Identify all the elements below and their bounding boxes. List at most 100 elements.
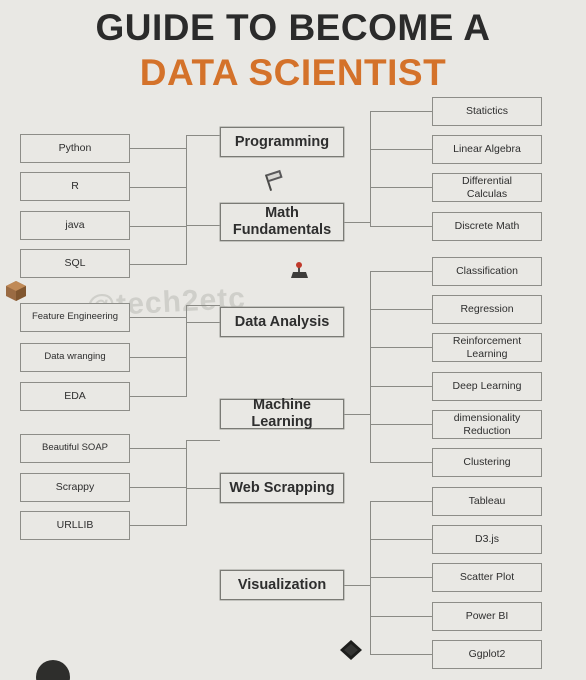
- connector-line: [186, 135, 187, 265]
- right-item-label-line1: dimensionality: [453, 412, 521, 425]
- connector-line: [370, 111, 371, 226]
- connector-line: [186, 488, 220, 489]
- connector-line: [370, 271, 371, 463]
- branch-label: Machine Learning: [251, 397, 313, 430]
- connector-line: [370, 187, 432, 188]
- branch-web-scrapping[interactable]: Web Scrapping: [220, 473, 344, 503]
- right-item-power-bi[interactable]: Power BI: [432, 602, 542, 631]
- right-item-differential-calculas[interactable]: Differential Calculas: [432, 173, 542, 202]
- left-item-label: Feature Engineering: [31, 311, 119, 323]
- infographic-canvas: GUIDE TO BECOME A DATA SCIENTIST @tech2e…: [0, 0, 586, 680]
- left-item-scrappy[interactable]: Scrappy: [20, 473, 130, 502]
- left-item-label: URLLIB: [56, 519, 94, 532]
- branch-machine-learning[interactable]: Machine Learning: [220, 397, 344, 430]
- right-item-dimensionality-reduction[interactable]: dimensionality Reduction: [432, 410, 542, 439]
- connector-line: [344, 585, 370, 586]
- connector-line: [186, 305, 220, 306]
- connector-line: [186, 135, 220, 136]
- branch-label-line1: Math: [265, 205, 299, 222]
- branch-data-analysis[interactable]: Data Analysis: [220, 307, 344, 337]
- left-item-sql[interactable]: SQL: [20, 249, 130, 278]
- branch-label: Math Fundamentals: [221, 205, 343, 238]
- connector-line: [370, 539, 432, 540]
- left-item-r[interactable]: R: [20, 172, 130, 201]
- left-item-label: SQL: [64, 257, 86, 270]
- left-item-label: Data wranging: [44, 351, 106, 363]
- connector-line: [370, 501, 432, 502]
- connector-line: [186, 322, 220, 323]
- right-item-label: Classification: [456, 265, 518, 278]
- right-item-classification[interactable]: Classification: [432, 257, 542, 286]
- right-item-label: Differential Calculas: [433, 175, 541, 199]
- right-item-label: Scatter Plot: [459, 571, 515, 584]
- right-item-discrete-math[interactable]: Discrete Math: [432, 212, 542, 241]
- branch-label-line2: Fundamentals: [232, 222, 332, 238]
- connector-line: [370, 654, 432, 655]
- right-item-label-line1: Differential: [462, 175, 512, 188]
- right-item-label: Reinforcement Learning: [433, 335, 541, 359]
- branch-label: Programming: [234, 133, 330, 150]
- branch-label: Visualization: [237, 576, 327, 593]
- connector-line: [370, 577, 432, 578]
- right-item-label: D3.js: [475, 533, 499, 546]
- branch-visualization[interactable]: Visualization: [220, 570, 344, 600]
- package-cube-icon: [4, 279, 28, 303]
- connector-line: [370, 271, 432, 272]
- left-item-java[interactable]: java: [20, 211, 130, 240]
- right-item-clustering[interactable]: Clustering: [432, 448, 542, 477]
- joystick-icon: [289, 261, 311, 283]
- right-item-label-line2: Reduction: [463, 424, 511, 437]
- connector-line: [130, 448, 186, 449]
- connector-line: [130, 357, 186, 358]
- left-item-data-wranging[interactable]: Data wranging: [20, 343, 130, 372]
- connector-line: [130, 317, 186, 318]
- connector-line: [130, 264, 186, 265]
- right-item-label: dimensionality Reduction: [433, 412, 541, 436]
- right-item-label-line1: Reinforcement: [452, 335, 522, 348]
- right-item-label-line2: Learning: [466, 347, 508, 360]
- connector-line: [370, 347, 432, 348]
- left-item-feature-engineering[interactable]: Feature Engineering: [20, 303, 130, 332]
- left-item-urllib[interactable]: URLLIB: [20, 511, 130, 540]
- left-item-eda[interactable]: EDA: [20, 382, 130, 411]
- connector-line: [370, 386, 432, 387]
- right-item-label: Tableau: [468, 495, 506, 508]
- title-line-2: DATA SCIENTIST: [139, 52, 447, 93]
- right-item-label: Statictics: [465, 105, 508, 118]
- right-item-label: Clustering: [463, 456, 511, 469]
- right-item-label-line2: Calculas: [466, 187, 508, 200]
- right-item-label: Linear Algebra: [453, 143, 521, 156]
- diamond-icon: [338, 638, 364, 662]
- dark-circle-icon: [36, 660, 70, 680]
- left-item-beautiful-soap[interactable]: Beautiful SOAP: [20, 434, 130, 463]
- left-item-label: EDA: [64, 390, 86, 403]
- right-item-label: Discrete Math: [454, 220, 520, 233]
- right-item-regression[interactable]: Regression: [432, 295, 542, 324]
- right-item-d3js[interactable]: D3.js: [432, 525, 542, 554]
- branch-math-fundamentals[interactable]: Math Fundamentals: [220, 203, 344, 241]
- left-item-label: Scrappy: [55, 481, 95, 494]
- connector-line: [130, 187, 186, 188]
- right-item-deep-learning[interactable]: Deep Learning: [432, 372, 542, 401]
- right-item-reinforcement-learning[interactable]: Reinforcement Learning: [432, 333, 542, 362]
- right-item-statictics[interactable]: Statictics: [432, 97, 542, 126]
- flag-icon: [262, 168, 288, 192]
- right-item-tableau[interactable]: Tableau: [432, 487, 542, 516]
- connector-line: [370, 226, 432, 227]
- connector-line: [370, 616, 432, 617]
- right-item-linear-algebra[interactable]: Linear Algebra: [432, 135, 542, 164]
- right-item-label: Ggplot2: [468, 648, 506, 661]
- branch-programming[interactable]: Programming: [220, 127, 344, 157]
- left-item-python[interactable]: Python: [20, 134, 130, 163]
- right-item-label: Power BI: [465, 610, 509, 623]
- page-title: GUIDE TO BECOME A DATA SCIENTIST: [0, 6, 586, 96]
- connector-line: [130, 525, 186, 526]
- connector-line: [130, 487, 186, 488]
- connector-line: [186, 225, 220, 226]
- left-item-label: R: [71, 180, 79, 193]
- right-item-label: Deep Learning: [452, 380, 522, 393]
- right-item-scatter-plot[interactable]: Scatter Plot: [432, 563, 542, 592]
- right-item-ggplot2[interactable]: Ggplot2: [432, 640, 542, 669]
- branch-label: Web Scrapping: [229, 479, 335, 496]
- connector-line: [344, 414, 370, 415]
